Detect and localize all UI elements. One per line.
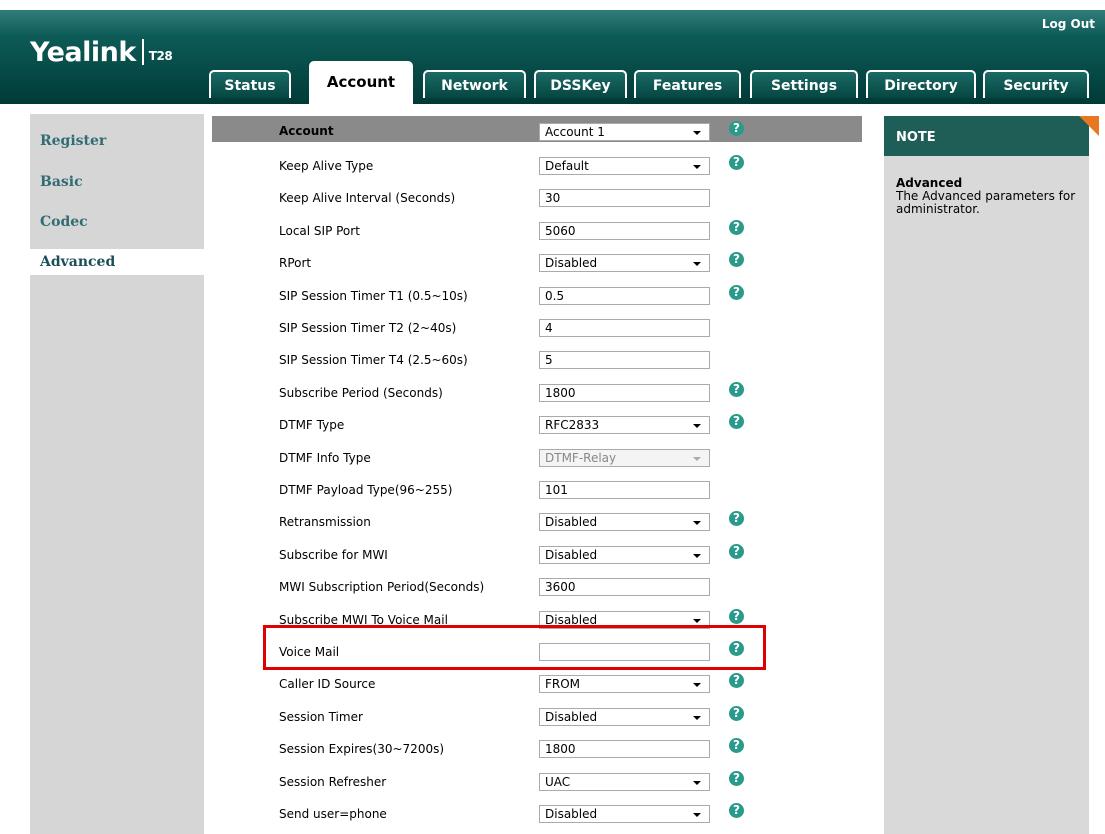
help-icon[interactable]: ? (729, 738, 744, 753)
sidebar-item-advanced[interactable]: Advanced (30, 249, 204, 275)
sidebar-item-register[interactable]: Register (30, 128, 204, 154)
help-icon[interactable]: ? (729, 220, 744, 235)
note-text: The Advanced parameters for administrato… (896, 189, 1076, 216)
sidebar-item-basic[interactable]: Basic (30, 169, 204, 195)
input-session-expires-30-7200s[interactable]: 1800 (539, 740, 710, 758)
tab-account[interactable]: Account (309, 61, 413, 104)
tab-status[interactable]: Status (209, 70, 291, 98)
account-select[interactable]: Account 1 (539, 123, 710, 141)
label-session-expires-30-7200s: Session Expires(30~7200s) (279, 742, 445, 756)
label-session-timer: Session Timer (279, 710, 363, 724)
tab-network[interactable]: Network (423, 70, 526, 98)
label-subscribe-for-mwi: Subscribe for MWI (279, 548, 388, 562)
label-send-user-phone: Send user=phone (279, 807, 387, 821)
label-dtmf-payload-type-96-255: DTMF Payload Type(96~255) (279, 483, 453, 497)
model-label: T28 (148, 49, 173, 63)
help-icon[interactable]: ? (729, 673, 744, 688)
select-keep-alive-type[interactable]: Default (539, 157, 710, 175)
note-panel (884, 116, 1089, 834)
label-sip-session-timer-t1-0-5-10s: SIP Session Timer T1 (0.5~10s) (279, 289, 468, 303)
select-session-timer[interactable]: Disabled (539, 708, 710, 726)
select-caller-id-source[interactable]: FROM (539, 675, 710, 693)
help-icon[interactable]: ? (729, 544, 744, 559)
input-subscribe-period-seconds[interactable]: 1800 (539, 384, 710, 402)
label-subscribe-period-seconds: Subscribe Period (Seconds) (279, 386, 443, 400)
help-icon[interactable]: ? (729, 803, 744, 818)
label-keep-alive-type: Keep Alive Type (279, 159, 374, 173)
tab-features[interactable]: Features (634, 70, 741, 98)
top-strip (0, 0, 1105, 10)
logout-link[interactable]: Log Out (1042, 17, 1095, 31)
select-dtmf-type[interactable]: RFC2833 (539, 416, 710, 434)
sidebar: Register Basic Codec Advanced (30, 114, 204, 834)
label-sip-session-timer-t2-2-40s: SIP Session Timer T2 (2~40s) (279, 321, 457, 335)
top-header: Log Out Yealink T28 Status Account Networ… (0, 0, 1105, 104)
select-subscribe-for-mwi[interactable]: Disabled (539, 546, 710, 564)
input-mwi-subscription-period-seconds[interactable]: 3600 (539, 578, 710, 596)
account-label: Account (279, 124, 334, 138)
label-caller-id-source: Caller ID Source (279, 677, 376, 691)
help-icon[interactable]: ? (729, 609, 744, 624)
select-retransmission[interactable]: Disabled (539, 513, 710, 531)
sidebar-item-codec[interactable]: Codec (30, 209, 204, 235)
note-title: Advanced (896, 176, 963, 190)
label-dtmf-type: DTMF Type (279, 418, 345, 432)
label-session-refresher: Session Refresher (279, 775, 387, 789)
note-heading: NOTE (884, 116, 1089, 156)
tab-security[interactable]: Security (983, 70, 1089, 98)
select-send-user-phone[interactable]: Disabled (539, 805, 710, 823)
label-retransmission: Retransmission (279, 515, 371, 529)
help-icon[interactable]: ? (729, 121, 744, 136)
tab-settings[interactable]: Settings (750, 70, 858, 98)
label-keep-alive-interval-seconds: Keep Alive Interval (Seconds) (279, 191, 456, 205)
input-sip-session-timer-t4-2-5-60s[interactable]: 5 (539, 351, 710, 369)
input-local-sip-port[interactable]: 5060 (539, 222, 710, 240)
tab-dsskey[interactable]: DSSKey (534, 70, 627, 98)
input-sip-session-timer-t1-0-5-10s[interactable]: 0.5 (539, 287, 710, 305)
yealink-logo: Yealink T28 (30, 37, 173, 68)
input-keep-alive-interval-seconds[interactable]: 30 (539, 189, 710, 207)
voice-mail-highlight-box (263, 625, 766, 670)
label-mwi-subscription-period-seconds: MWI Subscription Period(Seconds) (279, 580, 485, 594)
input-sip-session-timer-t2-2-40s[interactable]: 4 (539, 319, 710, 337)
help-icon[interactable]: ? (729, 511, 744, 526)
help-icon[interactable]: ? (729, 252, 744, 267)
logo-separator (141, 39, 144, 65)
label-dtmf-info-type: DTMF Info Type (279, 451, 371, 465)
help-icon[interactable]: ? (729, 285, 744, 300)
select-rport[interactable]: Disabled (539, 254, 710, 272)
input-dtmf-payload-type-96-255[interactable]: 101 (539, 481, 710, 499)
note-corner-icon (1079, 116, 1099, 136)
help-icon[interactable]: ? (729, 414, 744, 429)
label-local-sip-port: Local SIP Port (279, 224, 360, 238)
help-icon[interactable]: ? (729, 382, 744, 397)
label-rport: RPort (279, 256, 312, 270)
help-icon[interactable]: ? (729, 706, 744, 721)
help-icon[interactable]: ? (729, 155, 744, 170)
help-icon[interactable]: ? (729, 771, 744, 786)
logo-text: Yealink (30, 37, 136, 68)
tab-directory[interactable]: Directory (866, 70, 976, 98)
select-dtmf-info-type: DTMF-Relay (539, 449, 710, 467)
label-sip-session-timer-t4-2-5-60s: SIP Session Timer T4 (2.5~60s) (279, 353, 468, 367)
select-session-refresher[interactable]: UAC (539, 773, 710, 791)
